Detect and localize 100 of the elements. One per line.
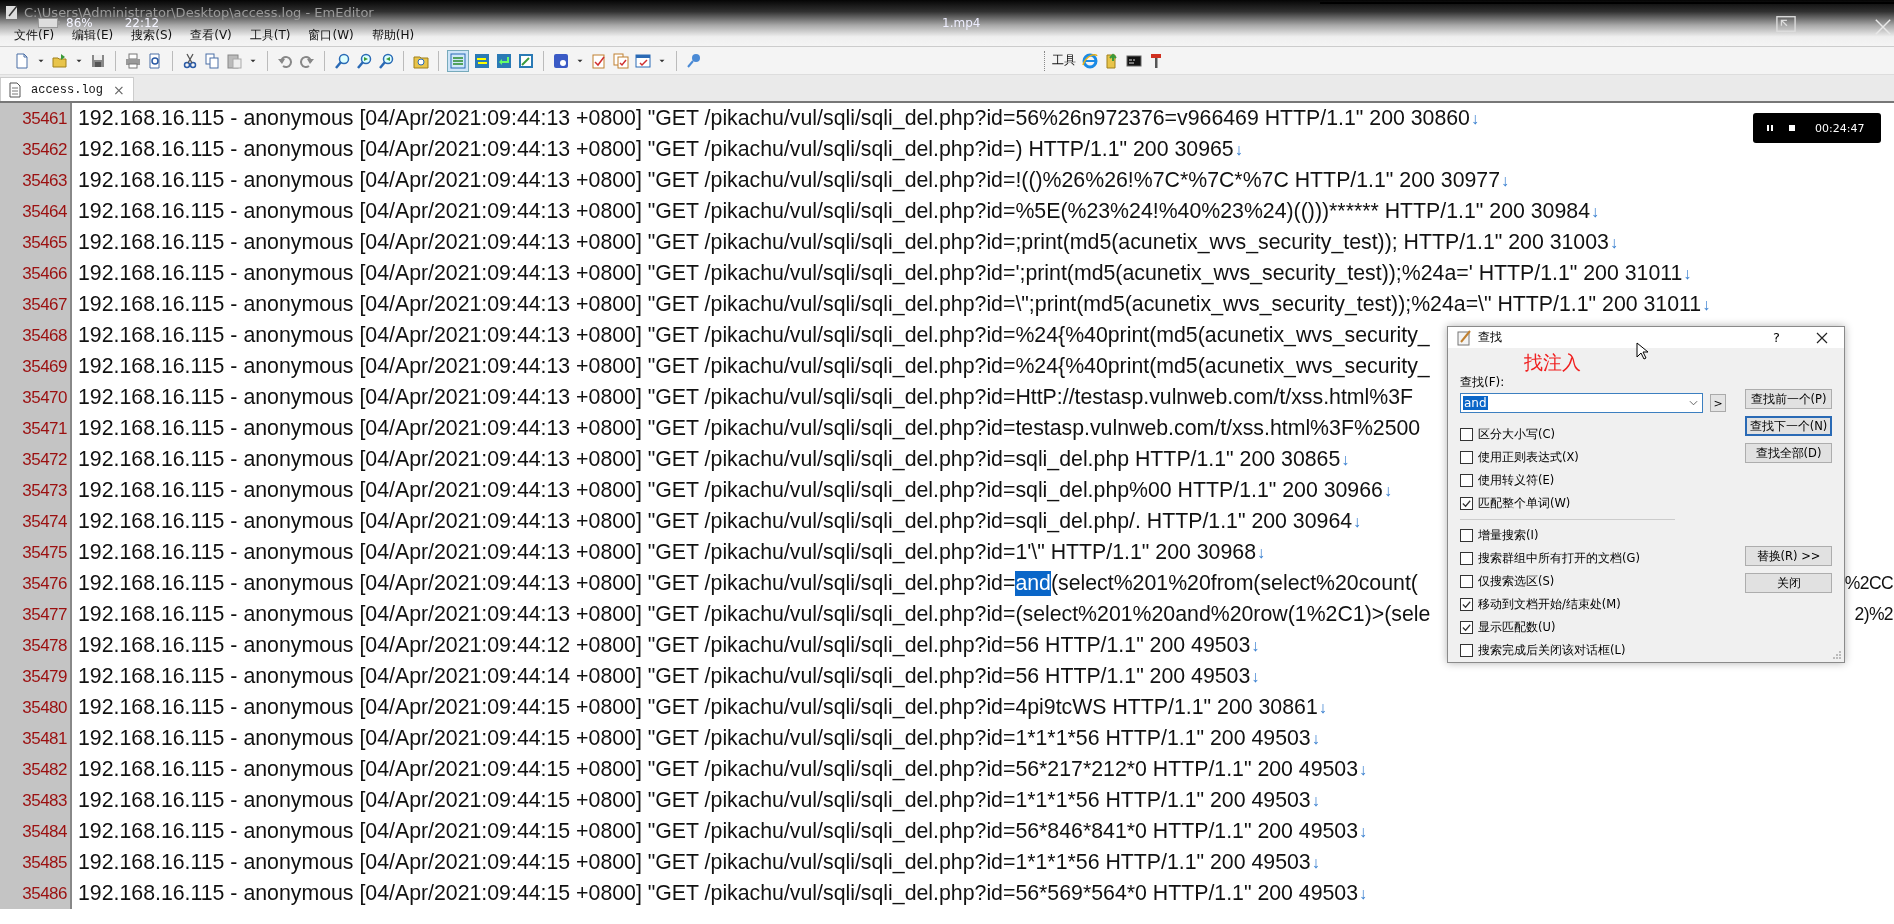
annotation: 找注入 [1524, 350, 1581, 375]
checkbox[interactable] [1460, 575, 1473, 588]
log-text: (select%201%20from(select%20count( [1050, 571, 1418, 596]
dialog-button[interactable]: 查找前一个(P) [1745, 389, 1832, 409]
note-check-icon[interactable] [591, 52, 607, 69]
checkbox[interactable] [1460, 474, 1473, 487]
checkbox[interactable] [1460, 428, 1473, 441]
search-field[interactable]: and [1460, 393, 1703, 413]
help-button[interactable]: ? [1773, 330, 1780, 345]
checkbox-label: 搜索完成后关闭该对话框(L) [1478, 643, 1626, 658]
menu-item[interactable]: 帮助(H) [369, 26, 417, 44]
search-icon[interactable] [334, 52, 350, 69]
line-end-mark: ↓ [1257, 543, 1265, 562]
checkbox-label: 显示匹配数(U) [1478, 620, 1556, 635]
checkbox-label: 增量搜索(I) [1478, 528, 1539, 543]
print-preview-icon[interactable] [147, 52, 163, 69]
stacked-notes-icon[interactable] [613, 52, 629, 69]
notepad-icon [4, 4, 20, 20]
checkbox[interactable] [1460, 644, 1473, 657]
log-text: 192.168.16.115 - anonymous [04/Apr/2021:09:44:12 +0800] "GET /pikachu/vul/sqli/sqli_del.php?id=56 HTTP/1.1" 200 49503 [78, 633, 1251, 658]
line-number: 35474 [0, 506, 72, 537]
log-text: 192.168.16.115 - anonymous [04/Apr/2021:09:44:13 +0800] "GET /pikachu/vul/sqli/sqli_del.php?id=';print(md5(acunetix_wvs_security_test));%24a=' HTTP/1.1" 200 31011 [78, 261, 1683, 286]
checkbox[interactable] [1460, 552, 1473, 565]
save-icon[interactable] [90, 52, 106, 69]
menu-item[interactable]: 工具(T) [247, 26, 293, 44]
dialog-button[interactable]: 查找下一个(N) [1745, 416, 1832, 436]
checkbox[interactable] [1460, 497, 1473, 510]
checkbox-label: 仅搜索选区(S) [1478, 574, 1555, 589]
menu-item[interactable]: 查看(V) [188, 26, 234, 44]
line-end-mark: ↓ [1311, 853, 1320, 872]
file-tab[interactable]: access.log × [0, 77, 134, 101]
checkbox[interactable] [1460, 621, 1473, 634]
log-text: 192.168.16.115 - anonymous [04/Apr/2021:09:44:13 +0800] "GET /pikachu/vul/sqli/sqli_del.php?id=;print(md5(acunetix_wvs_security_test)); HTTP/1.1" 200 31003 [78, 230, 1609, 255]
checkbox-label: 移动到文档开始/结束处(M) [1478, 597, 1621, 612]
line-number: 35484 [0, 816, 72, 847]
log-text: 192.168.16.115 - anonymous [04/Apr/2021:09:44:13 +0800] "GET /pikachu/vul/sqli/sqli_del.php?id=%5E(%23%24!%40%23%24)(()))****** HTTP/1.1" 200 30984 [78, 199, 1590, 224]
search-previous-icon[interactable] [378, 52, 394, 69]
line-end-mark: ↓ [1353, 512, 1362, 531]
battery-icon [38, 18, 60, 28]
menu-item[interactable]: 窗口(W) [306, 26, 356, 44]
line-number: 35477 [0, 599, 72, 630]
checkbox[interactable] [1460, 598, 1473, 611]
line-number: 35472 [0, 444, 72, 475]
line-number: 35476 [0, 568, 72, 599]
dialog-button[interactable]: 关闭 [1745, 573, 1832, 593]
scissors-icon[interactable] [182, 52, 198, 69]
open-folder-icon[interactable] [52, 52, 68, 69]
line-number: 35486 [0, 878, 72, 909]
line-number: 35485 [0, 847, 72, 878]
terminal-icon[interactable] [1126, 52, 1142, 69]
log-text: %2CC [1844, 573, 1893, 594]
pause-icon[interactable] [1765, 123, 1775, 133]
dialog-button[interactable]: 替换(R) >> [1745, 546, 1832, 566]
line-end-mark: ↓ [1591, 202, 1599, 221]
search-next-icon[interactable] [356, 52, 372, 69]
checkbox[interactable] [1460, 529, 1473, 542]
dialog-button[interactable]: 查找全部(D) [1745, 443, 1832, 463]
swap-icon[interactable] [474, 52, 490, 69]
log-text: 192.168.16.115 - anonymous [04/Apr/2021:09:44:13 +0800] "GET /pikachu/vul/sqli/sqli_del.php?id=sqli_del.php HTTP/1.1" 200 30865 [78, 447, 1341, 472]
line-number: 35470 [0, 382, 72, 413]
line-number: 35482 [0, 754, 72, 785]
line-number: 35478 [0, 630, 72, 661]
log-text: 192.168.16.115 - anonymous [04/Apr/2021:09:44:13 +0800] "GET /pikachu/vul/sqli/sqli_del.php?id=%24{%40print(md5(acunetix_wvs_security_ [78, 323, 1430, 348]
browser-icon[interactable] [1082, 52, 1098, 69]
line-number: 35481 [0, 723, 72, 754]
pin-icon[interactable] [686, 52, 702, 69]
new-file-icon[interactable] [14, 52, 30, 69]
log-text: 192.168.16.115 - anonymous [04/Apr/2021:09:44:13 +0800] "GET /pikachu/vul/sqli/sqli_del.php?id=%24{%40print(md5(acunetix_wvs_security_ [78, 354, 1430, 379]
elapsed-time: 00:24:47 [1815, 121, 1865, 135]
checkbox-label: 匹配整个单词(W) [1478, 496, 1571, 511]
close-icon[interactable] [1816, 331, 1828, 344]
log-text: 192.168.16.115 - anonymous [04/Apr/2021:09:44:15 +0800] "GET /pikachu/vul/sqli/sqli_del.php?id=56*846*841*0 HTTP/1.1" 200 49503 [78, 819, 1359, 844]
log-text: 192.168.16.115 - anonymous [04/Apr/2021:09:44:13 +0800] "GET /pikachu/vul/sqli/sqli_del.php?id=sqli_del.php%00 HTTP/1.1" 200 30966 [78, 478, 1383, 503]
hammer-icon[interactable] [1148, 52, 1164, 69]
field-label: 查找(F): [1460, 374, 1506, 391]
menu-item[interactable]: 文件(F) [12, 26, 57, 44]
tab-label: access.log [31, 82, 103, 97]
expand-button[interactable]: > [1710, 394, 1726, 412]
resize-grip-icon[interactable] [1832, 650, 1842, 660]
log-text: 192.168.16.115 - anonymous [04/Apr/2021:09:44:13 +0800] "GET /pikachu/vul/sqli/sqli_del.php?id=\";print(md5(acunetix_wvs_security_test));%24a=\" HTTP/1.1" 200 31011 [78, 292, 1702, 317]
line-end-mark: ↓ [1383, 481, 1392, 500]
log-text: 192.168.16.115 - anonymous [04/Apr/2021:09:44:13 +0800] "GET /pikachu/vul/sqli/sqli_del.php?id=testasp.vulnweb.com/t/xss.html%3F%2500 [78, 416, 1421, 441]
log-text: 192.168.16.115 - anonymous [04/Apr/2021:09:44:15 +0800] "GET /pikachu/vul/sqli/sqli_del.php?id=4pi9tcWS HTTP/1.1" 200 30861 [78, 695, 1318, 720]
checkbox-label: 区分大小写(C) [1478, 427, 1555, 442]
checklist-icon[interactable] [635, 52, 651, 69]
checkbox[interactable] [1460, 451, 1473, 464]
checkbox-label: 搜索群组中所有打开的文档(G) [1478, 551, 1640, 566]
tab-close-button[interactable]: × [113, 81, 125, 98]
printer-icon[interactable] [125, 52, 141, 69]
copy-icon[interactable] [204, 52, 220, 69]
checkbox-label: 使用正则表达式(X) [1478, 450, 1579, 465]
line-end-mark: ↓ [1359, 760, 1368, 779]
framed-arrow-icon[interactable] [518, 52, 534, 69]
log-text: 192.168.16.115 - anonymous [04/Apr/2021:09:44:13 +0800] "GET /pikachu/vul/sqli/sqli_del.php?id=HttP://testasp.vulnweb.com/t/xss.html%3F [78, 385, 1414, 410]
log-text: 192.168.16.115 - anonymous [04/Apr/2021:09:44:15 +0800] "GET /pikachu/vul/sqli/sqli_del.php?id=56*569*564*0 HTTP/1.1" 200 49503 [78, 881, 1359, 906]
stop-icon[interactable] [1787, 123, 1797, 133]
chevron-icon[interactable] [1689, 400, 1698, 406]
text-tile-icon[interactable] [553, 52, 569, 69]
exit-fullscreen-icon[interactable] [1776, 15, 1796, 33]
search-match: and [1015, 571, 1051, 596]
